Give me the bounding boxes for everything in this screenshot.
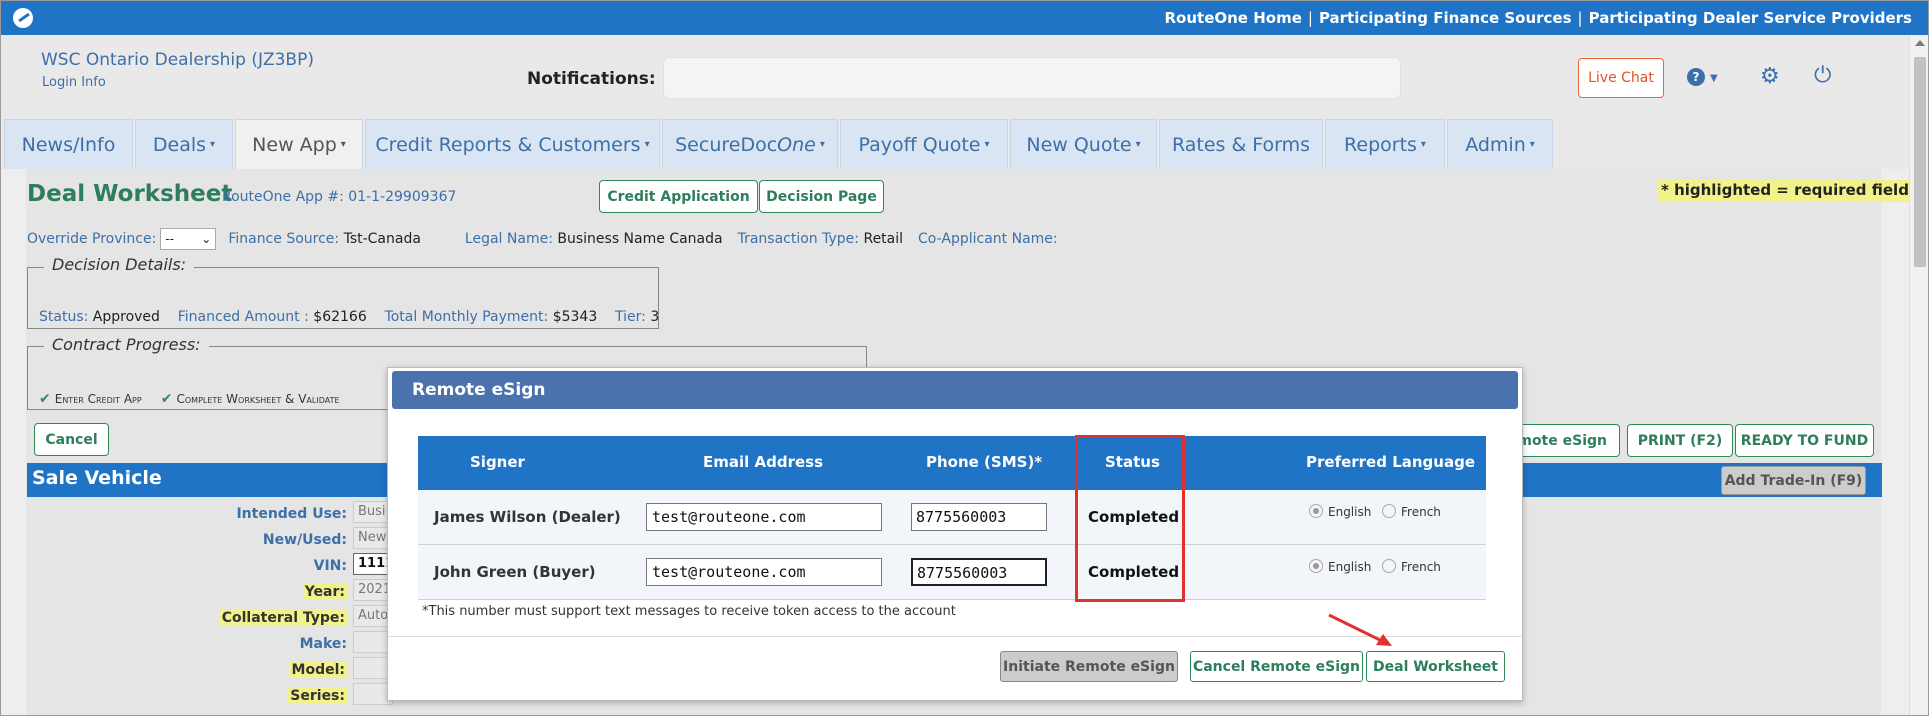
finance-sources-link[interactable]: Participating Finance Sources (1319, 9, 1572, 27)
chevron-down-icon: ▾ (644, 139, 650, 150)
login-info-link[interactable]: Login Info (42, 75, 106, 90)
credit-application-button[interactable]: Credit Application (599, 180, 758, 213)
signer-table: Signer Email Address Phone (SMS)* Status… (418, 436, 1486, 600)
print-button[interactable]: PRINT (F2) (1627, 424, 1733, 457)
live-chat-button[interactable]: Live Chat (1578, 58, 1664, 98)
tab-credit-reports[interactable]: Credit Reports & Customers ▾ (365, 119, 660, 169)
tab-new-quote[interactable]: New Quote ▾ (1010, 119, 1157, 169)
routeone-logo-icon[interactable] (13, 8, 33, 28)
signer-name: James Wilson (Dealer) (434, 508, 621, 526)
initiate-remote-esign-button[interactable]: Initiate Remote eSign (1000, 651, 1178, 682)
english-label: English (1328, 505, 1372, 519)
chevron-down-icon: ▾ (819, 139, 825, 150)
tab-securedocone[interactable]: SecureDoc One ▾ (662, 119, 838, 169)
ready-to-fund-button[interactable]: READY TO FUND (1735, 424, 1874, 457)
remote-esign-modal: Remote eSign Signer Email Address Phone … (387, 367, 1523, 701)
french-radio[interactable] (1382, 559, 1396, 573)
status-column-highlight (1075, 435, 1185, 602)
page-scrollbar[interactable] (1909, 35, 1928, 715)
col-email: Email Address (703, 453, 824, 471)
notifications-label: Notifications: (527, 69, 656, 89)
cancel-remote-esign-button[interactable]: Cancel Remote eSign (1190, 651, 1363, 682)
override-province-select[interactable]: -- ⌄ (160, 228, 217, 250)
new-used-label: New/Used: (262, 532, 347, 548)
dealer-name: WSC Ontario Dealership (JZ3BP) (41, 50, 314, 70)
col-preferred-language: Preferred Language (1306, 453, 1475, 471)
table-row: John Green (Buyer) test@routeone.com 877… (418, 545, 1486, 600)
sms-footnote: *This number must support text messages … (422, 604, 956, 619)
col-signer: Signer (470, 453, 525, 471)
chevron-down-icon: ⌄ (201, 232, 212, 246)
chevron-down-icon: ▾ (1529, 139, 1535, 150)
deal-info-row: Override Province: -- ⌄ Finance Source: … (27, 228, 1058, 250)
vehicle-form-labels: Intended Use: New/Used: VIN: Year: Colla… (201, 501, 347, 709)
routeone-home-link[interactable]: RouteOne Home (1165, 9, 1302, 27)
col-phone: Phone (SMS)* (926, 453, 1043, 471)
english-label: English (1328, 560, 1372, 574)
contract-progress-legend: Contract Progress: (44, 335, 209, 354)
contract-progress-steps: ✔ Enter Credit App ✔ Complete Worksheet & … (39, 391, 340, 407)
intended-use-label: Intended Use: (236, 506, 347, 522)
main-nav: News/Info Deals ▾ New App ▾ Credit Reports… (1, 117, 1909, 169)
required-field-note: * highlighted = required field (1657, 180, 1913, 202)
english-radio[interactable] (1309, 504, 1323, 518)
chevron-down-icon: ▾ (210, 139, 216, 150)
french-label: French (1401, 560, 1441, 574)
tab-reports[interactable]: Reports ▾ (1325, 119, 1445, 169)
tab-payoff-quote[interactable]: Payoff Quote ▾ (840, 119, 1008, 169)
signer-name: John Green (Buyer) (434, 563, 596, 581)
power-icon[interactable]: ⏻ (1814, 63, 1831, 88)
checkmark-icon: ✔ (160, 391, 173, 407)
tab-admin[interactable]: Admin ▾ (1447, 119, 1553, 169)
app-number: RouteOne App #: 01-1-29909367 (222, 189, 457, 205)
top-links: RouteOne Home | Participating Finance So… (1164, 9, 1913, 27)
dealer-service-providers-link[interactable]: Participating Dealer Service Providers (1589, 9, 1912, 27)
cancel-button[interactable]: Cancel (34, 423, 109, 456)
chevron-down-icon: ▾ (1420, 139, 1426, 150)
english-radio[interactable] (1309, 559, 1323, 573)
app-window: RouteOne Home | Participating Finance So… (0, 0, 1929, 716)
phone-field[interactable]: 8775560003 (911, 503, 1047, 531)
arrow-annotation-icon (1328, 613, 1392, 646)
remote-esign-button[interactable]: emote eSign (1506, 424, 1620, 457)
modal-header: Remote eSign (392, 371, 1518, 409)
page-title: Deal Worksheet (27, 181, 233, 207)
modal-title: Remote eSign (412, 380, 546, 400)
chevron-down-icon: ▾ (1135, 139, 1141, 150)
chevron-down-icon: ▾ (984, 139, 990, 150)
phone-field[interactable]: 8775560003 (911, 558, 1047, 586)
french-radio[interactable] (1382, 504, 1396, 518)
add-trade-in-button[interactable]: Add Trade-In (F9) (1721, 466, 1866, 495)
decision-status-row: Status: Approved Financed Amount : $6216… (39, 309, 660, 325)
model-label: Model: (289, 662, 347, 678)
tab-new-app[interactable]: New App ▾ (235, 119, 363, 169)
decision-page-button[interactable]: Decision Page (759, 180, 884, 213)
header: WSC Ontario Dealership (JZ3BP) Login Inf… (1, 35, 1909, 117)
vin-label: VIN: (313, 558, 347, 574)
decision-details-legend: Decision Details: (44, 255, 195, 274)
table-row: James Wilson (Dealer) test@routeone.com … (418, 490, 1486, 545)
email-field[interactable]: test@routeone.com (646, 503, 882, 531)
make-label: Make: (299, 636, 347, 652)
chevron-down-icon[interactable]: ▼ (1710, 73, 1718, 84)
deal-worksheet-button[interactable]: Deal Worksheet (1366, 651, 1505, 682)
tab-deals[interactable]: Deals ▾ (135, 119, 233, 169)
chevron-down-icon: ▾ (340, 139, 346, 150)
email-field[interactable]: test@routeone.com (646, 558, 882, 586)
gear-icon[interactable]: ⚙ (1760, 64, 1780, 89)
scroll-up-icon[interactable] (1915, 40, 1925, 46)
sale-vehicle-title: Sale Vehicle (32, 467, 162, 489)
top-utility-bar: RouteOne Home | Participating Finance So… (1, 1, 1928, 35)
table-header: Signer Email Address Phone (SMS)* Status… (418, 436, 1486, 490)
tab-news-info[interactable]: News/Info (4, 119, 133, 169)
scroll-thumb[interactable] (1914, 57, 1926, 267)
year-label: Year: (302, 584, 347, 600)
french-label: French (1401, 505, 1441, 519)
collateral-type-label: Collateral Type: (219, 610, 347, 626)
help-icon[interactable]: ? (1687, 68, 1705, 86)
tab-rates-forms[interactable]: Rates & Forms (1159, 119, 1323, 169)
checkmark-icon: ✔ (39, 391, 51, 407)
series-label: Series: (288, 688, 347, 704)
notifications-box[interactable] (663, 57, 1401, 99)
